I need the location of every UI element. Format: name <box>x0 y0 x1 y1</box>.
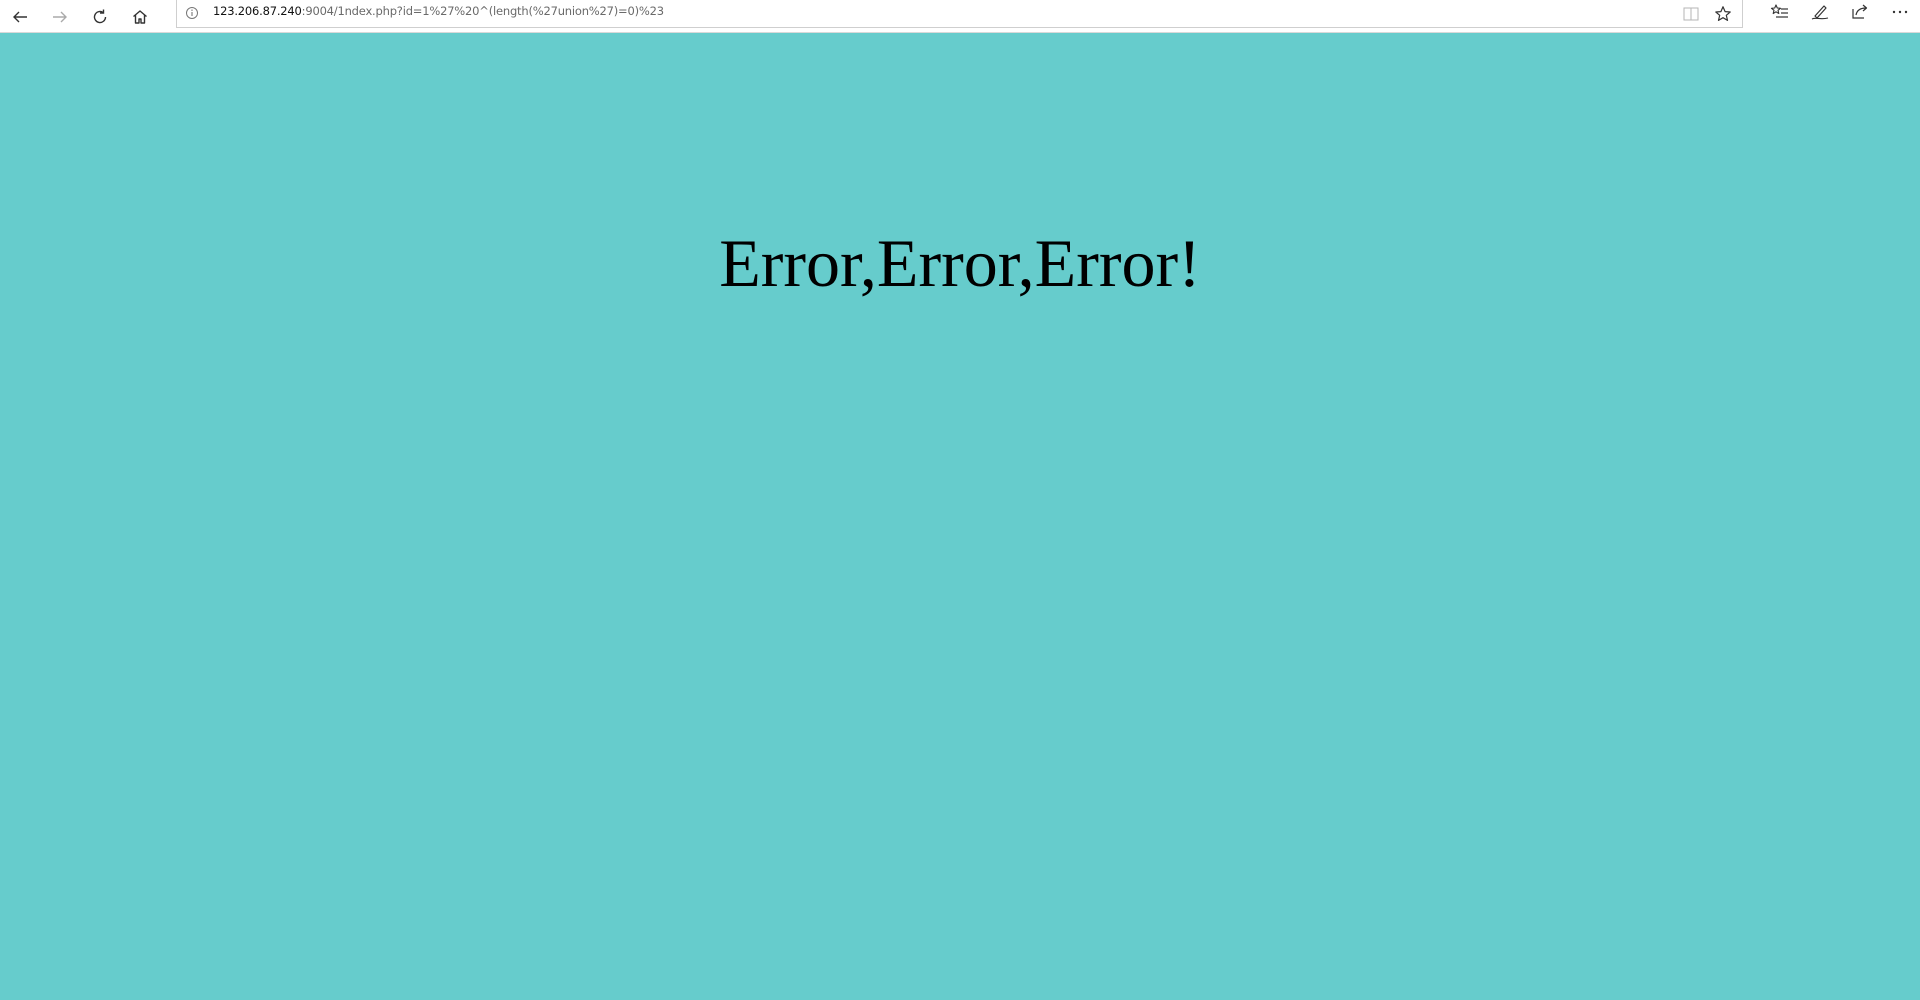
more-icon <box>1890 3 1910 25</box>
share-button[interactable] <box>1840 0 1880 28</box>
address-bar[interactable]: 123.206.87.240:9004/1ndex.php?id=1%27%20… <box>176 0 1743 28</box>
star-icon[interactable] <box>1712 4 1734 24</box>
share-icon <box>1850 3 1870 25</box>
error-heading: Error,Error,Error! <box>719 225 1201 301</box>
back-button[interactable] <box>0 0 40 33</box>
info-icon[interactable] <box>185 6 199 20</box>
page-content: Error,Error,Error! <box>0 33 1920 1000</box>
home-button[interactable] <box>120 0 160 33</box>
browser-toolbar: 123.206.87.240:9004/1ndex.php?id=1%27%20… <box>0 0 1920 33</box>
more-button[interactable] <box>1880 0 1920 28</box>
forward-button[interactable] <box>40 0 80 33</box>
url-host: 123.206.87.240 <box>213 4 302 18</box>
pen-icon <box>1810 3 1830 25</box>
favorites-hub-button[interactable] <box>1760 0 1800 28</box>
url-text[interactable]: 123.206.87.240:9004/1ndex.php?id=1%27%20… <box>213 3 664 19</box>
refresh-icon <box>91 8 109 26</box>
url-path: :9004/1ndex.php?id=1%27%20^(length(%27un… <box>301 4 664 18</box>
favorites-list-icon <box>1770 3 1790 25</box>
home-icon <box>131 8 149 26</box>
forward-arrow-icon <box>51 8 69 26</box>
refresh-button[interactable] <box>80 0 120 33</box>
notes-button[interactable] <box>1800 0 1840 28</box>
back-arrow-icon <box>11 8 29 26</box>
reading-view-icon[interactable] <box>1680 4 1702 24</box>
